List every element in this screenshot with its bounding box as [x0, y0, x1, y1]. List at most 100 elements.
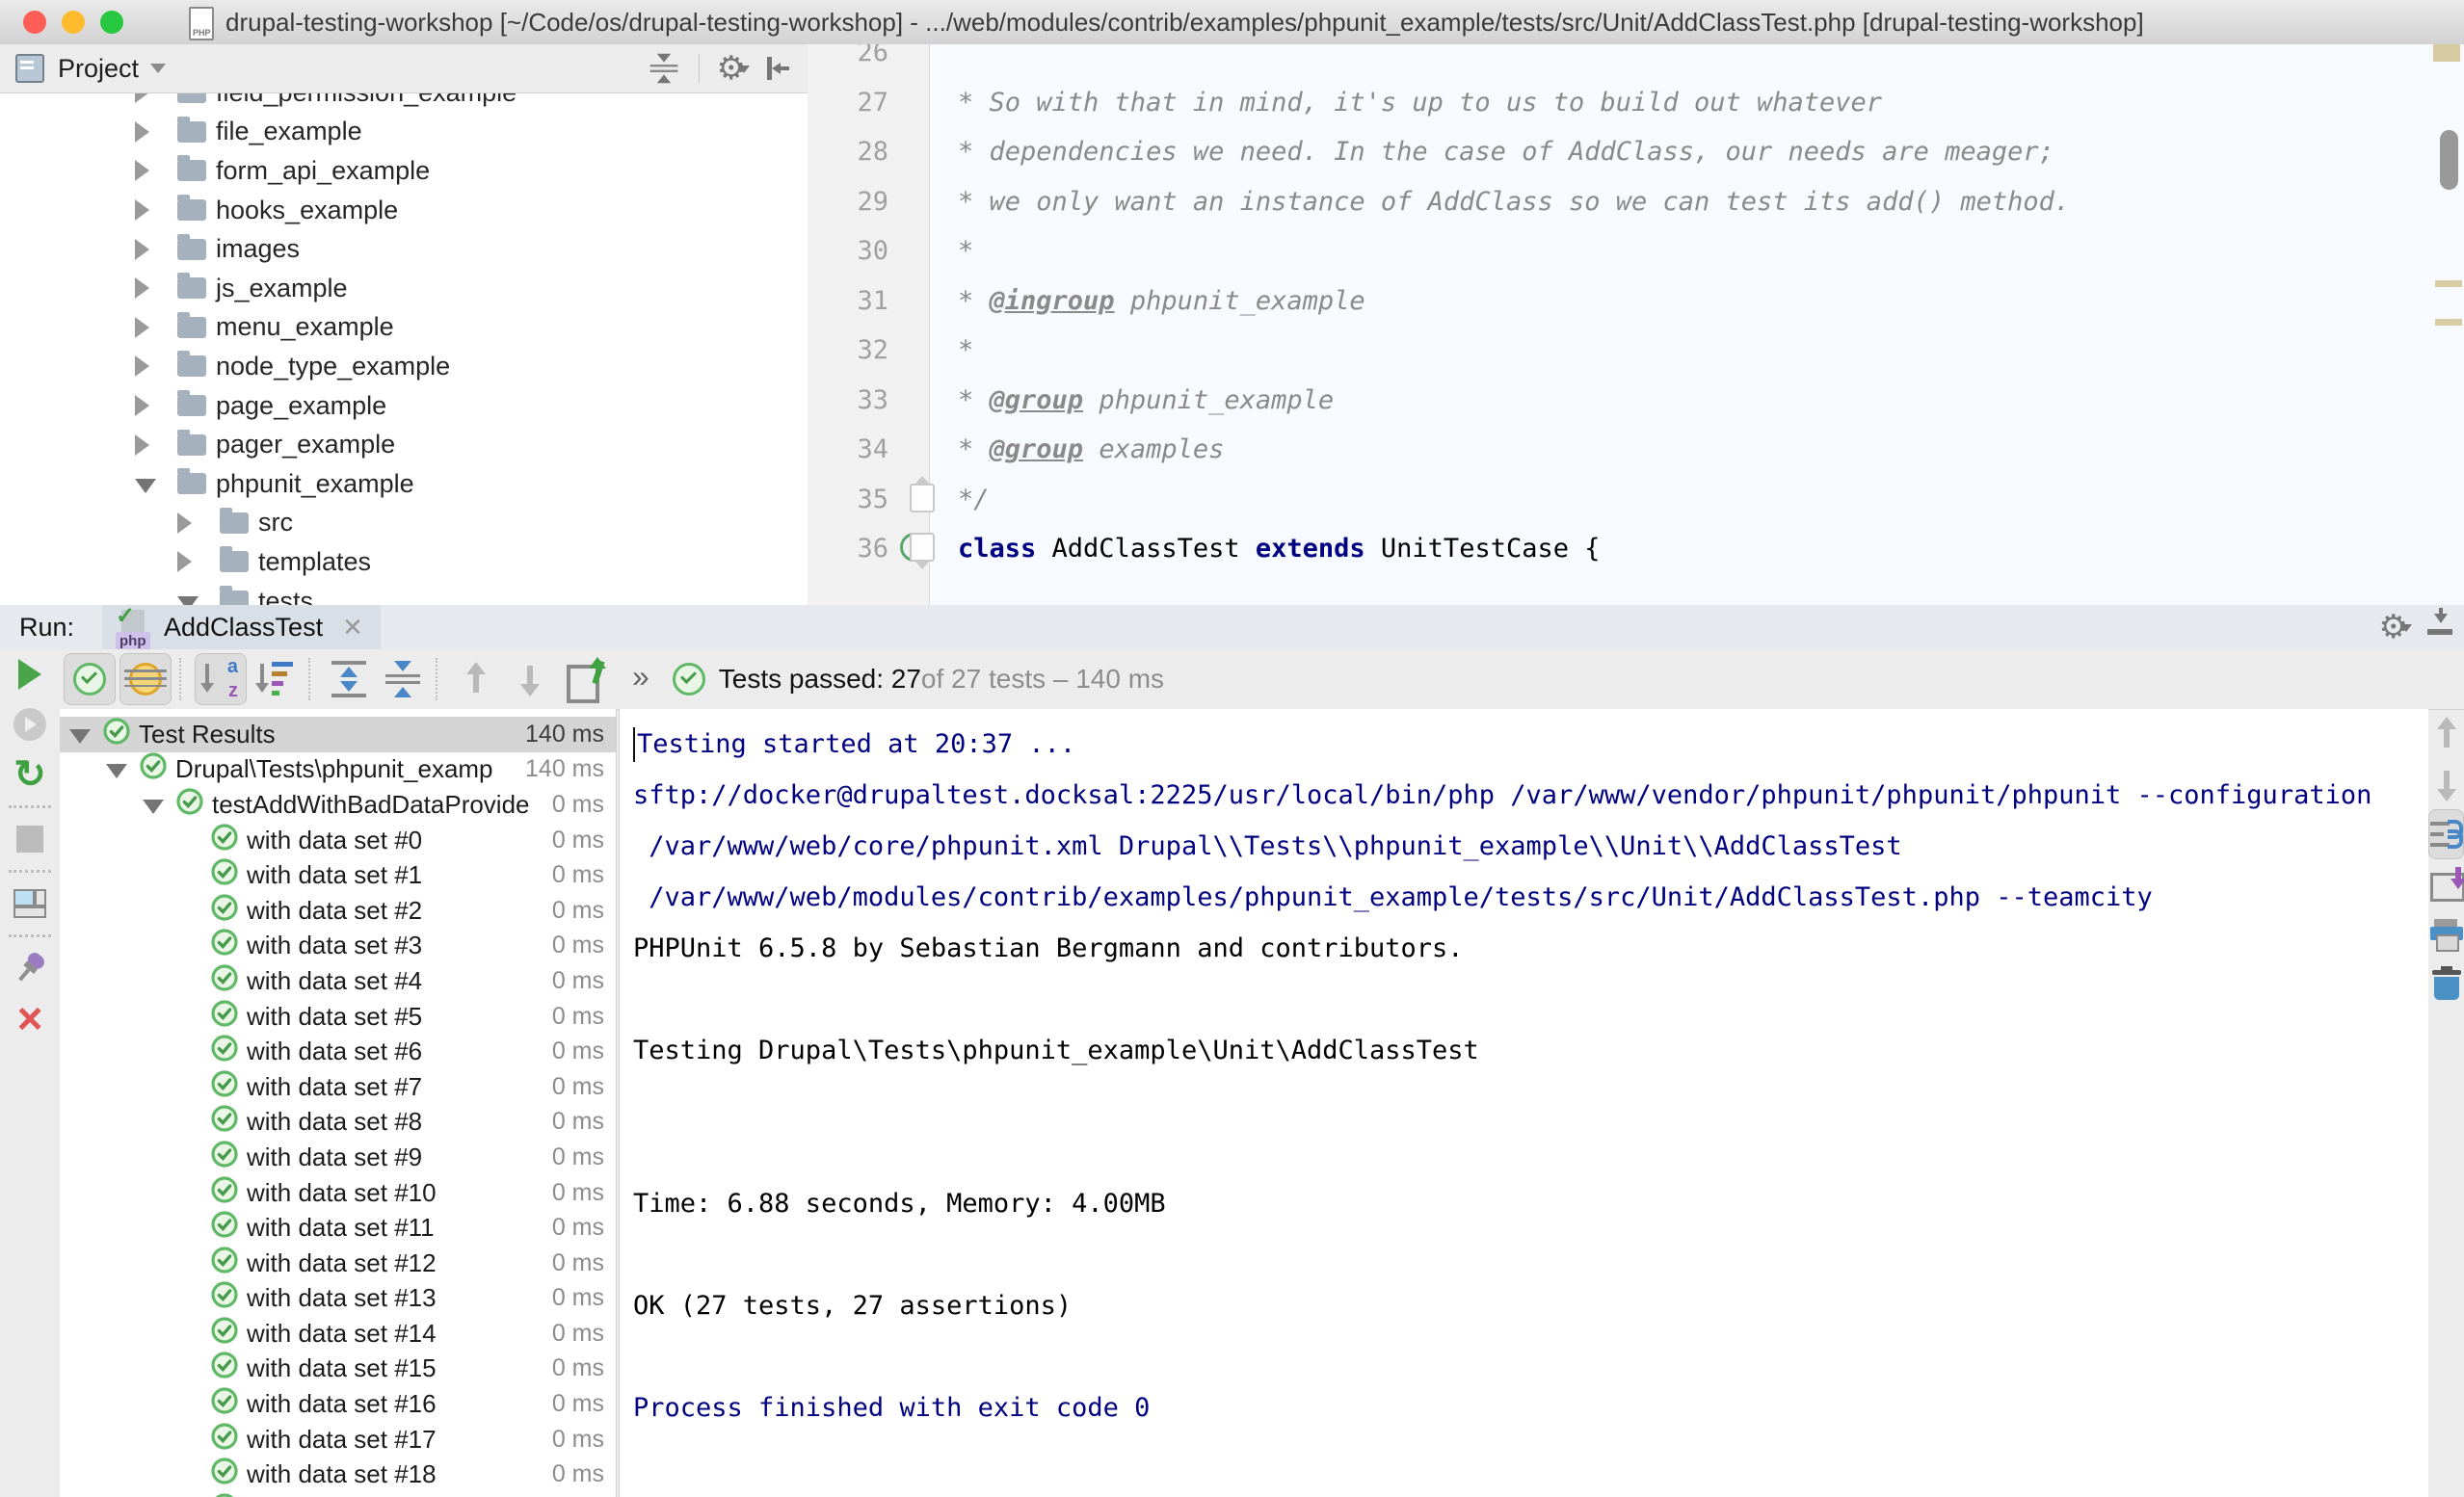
code-line[interactable]: 30 *	[808, 226, 2464, 276]
rerun-failed-tests-button[interactable]	[0, 699, 60, 749]
restore-layout-button[interactable]	[0, 879, 60, 929]
show-passed-toggle[interactable]	[64, 653, 116, 705]
test-tree-row[interactable]: Drupal\Tests\phpunit_examp 140 ms	[60, 752, 616, 788]
project-tree-item[interactable]: file_example	[0, 113, 808, 152]
test-tree-row[interactable]: with data set #7 0 ms	[60, 1069, 616, 1105]
up-the-stack-trace-button[interactable]	[2428, 709, 2464, 759]
expand-arrow-icon[interactable]	[135, 395, 172, 416]
clear-all-button[interactable]	[2428, 959, 2464, 1010]
expand-arrow-icon[interactable]	[69, 725, 102, 744]
code-editor[interactable]: 26 27 * So with that in mind, it's up to…	[808, 44, 2464, 605]
expand-arrow-icon[interactable]	[135, 277, 172, 299]
expand-arrow-icon[interactable]	[135, 239, 172, 260]
close-window-button[interactable]	[23, 11, 46, 34]
expand-arrow-icon[interactable]	[177, 592, 214, 605]
test-tree-row[interactable]: with data set #1 0 ms	[60, 857, 616, 893]
previous-failed-test-button[interactable]	[451, 654, 501, 704]
expand-arrow-icon[interactable]	[135, 355, 172, 377]
expand-arrow-icon[interactable]	[177, 551, 214, 572]
run-tab-addclasstest[interactable]: ✓php AddClassTest ✕	[102, 605, 381, 651]
expand-arrow-icon[interactable]	[135, 199, 172, 221]
code-line[interactable]: 28 * dependencies we need. In the case o…	[808, 127, 2464, 177]
project-tree-item[interactable]: templates	[0, 542, 808, 582]
expand-arrow-icon[interactable]	[135, 92, 172, 103]
expand-arrow-icon[interactable]	[135, 317, 172, 338]
code-line[interactable]: 33 * @group phpunit_example	[808, 376, 2464, 426]
code-line[interactable]: 34 * @group examples	[808, 425, 2464, 475]
test-tree-row[interactable]: with data set #10 0 ms	[60, 1175, 616, 1211]
test-tree-row[interactable]: with data set #17 0 ms	[60, 1422, 616, 1458]
export-test-results-button[interactable]	[559, 654, 609, 704]
test-tree-row[interactable]: with data set #11 0 ms	[60, 1210, 616, 1246]
soft-wrap-toggle[interactable]	[2428, 809, 2464, 859]
print-button[interactable]	[2428, 909, 2464, 959]
toolbar-overflow-chevron[interactable]: »	[632, 659, 649, 695]
test-tree-row[interactable]: with data set #5 0 ms	[60, 999, 616, 1035]
fold-marker-icon[interactable]	[910, 533, 935, 562]
toggle-auto-test-button[interactable]: ↻	[0, 749, 60, 800]
code-line-class-declaration[interactable]: 36 class AddClassTest extends UnitTestCa…	[808, 524, 2464, 574]
test-tree-row[interactable]: Test Results 140 ms	[60, 717, 616, 752]
expand-arrow-icon[interactable]	[135, 434, 172, 456]
test-tree-row[interactable]: with data set #13 0 ms	[60, 1281, 616, 1317]
code-line[interactable]: 27 * So with that in mind, it's up to us…	[808, 78, 2464, 128]
project-tree-item[interactable]: menu_example	[0, 308, 808, 348]
expand-all-button[interactable]	[324, 654, 374, 704]
test-tree-row[interactable]: with data set #12 0 ms	[60, 1246, 616, 1281]
test-tree-row[interactable]: with data set #16 0 ms	[60, 1386, 616, 1422]
test-tree-row[interactable]: with data set #3 0 ms	[60, 929, 616, 964]
test-tree-row[interactable]: testAddWithBadDataProvide 0 ms	[60, 787, 616, 823]
code-line[interactable]: 26	[808, 44, 2464, 78]
project-tree-item[interactable]: phpunit_example	[0, 464, 808, 504]
test-tree-row[interactable]: with data set #14 0 ms	[60, 1316, 616, 1352]
code-line[interactable]: 31 * @ingroup phpunit_example	[808, 276, 2464, 327]
hide-panel-icon[interactable]	[2427, 614, 2452, 641]
hide-panel-icon[interactable]	[767, 55, 794, 82]
test-tree-row[interactable]: with data set #19 0 ms	[60, 1492, 616, 1497]
test-tree-row[interactable]: with data set #0 0 ms	[60, 823, 616, 858]
test-tree-row[interactable]: with data set #6 0 ms	[60, 1034, 616, 1069]
expand-arrow-icon[interactable]	[143, 796, 175, 814]
code-line[interactable]: 32 *	[808, 326, 2464, 376]
test-tree-row[interactable]: with data set #15 0 ms	[60, 1352, 616, 1387]
expand-arrow-icon[interactable]	[135, 475, 172, 493]
test-tree-row[interactable]: with data set #2 0 ms	[60, 893, 616, 929]
test-tree-row[interactable]: with data set #18 0 ms	[60, 1457, 616, 1492]
zoom-window-button[interactable]	[100, 11, 123, 34]
expand-arrow-icon[interactable]	[135, 121, 172, 143]
sort-by-duration-button[interactable]	[251, 654, 301, 704]
scroll-to-end-button[interactable]	[2428, 859, 2464, 909]
pin-tab-button[interactable]	[0, 943, 60, 993]
test-console-output[interactable]: Testing started at 20:37 ... sftp://dock…	[619, 709, 2428, 1497]
test-tree-row[interactable]: with data set #8 0 ms	[60, 1105, 616, 1141]
expand-arrow-icon[interactable]	[106, 760, 139, 778]
settings-gear-button[interactable]: ⚙	[2379, 611, 2412, 643]
project-tree-item[interactable]: js_example	[0, 269, 808, 308]
editor-scrollbar-thumb[interactable]	[2440, 130, 2458, 190]
code-line[interactable]: 35 */	[808, 475, 2464, 525]
project-tree-item[interactable]: form_api_example	[0, 151, 808, 191]
project-tree-item[interactable]: src	[0, 504, 808, 543]
test-tree-row[interactable]: with data set #4 0 ms	[60, 963, 616, 999]
settings-gear-button[interactable]: ⚙	[717, 52, 750, 85]
project-panel-header[interactable]: Project ⚙	[0, 44, 808, 93]
test-tree-row[interactable]: with data set #9 0 ms	[60, 1140, 616, 1175]
project-tree-item[interactable]: node_type_example	[0, 347, 808, 386]
project-tree-item[interactable]: pager_example	[0, 425, 808, 464]
down-the-stack-trace-button[interactable]	[2428, 759, 2464, 809]
project-tree-item[interactable]: images	[0, 229, 808, 269]
code-line[interactable]: 29 * we only want an instance of AddClas…	[808, 177, 2464, 227]
expand-arrow-icon[interactable]	[177, 512, 214, 534]
sort-alphabetically-toggle[interactable]: az	[195, 653, 247, 705]
expand-arrow-icon[interactable]	[135, 160, 172, 181]
close-tab-icon[interactable]: ✕	[342, 613, 363, 643]
collapse-all-button[interactable]	[378, 654, 428, 704]
close-panel-button[interactable]: ×	[0, 993, 60, 1043]
stop-button[interactable]	[0, 814, 60, 864]
rerun-button[interactable]	[0, 649, 60, 699]
collapse-all-icon[interactable]	[649, 54, 677, 83]
project-tree-item[interactable]: page_example	[0, 386, 808, 426]
title-bar[interactable]: PHP drupal-testing-workshop [~/Code/os/d…	[0, 0, 2464, 45]
minimize-window-button[interactable]	[62, 11, 85, 34]
chevron-down-icon[interactable]	[150, 64, 166, 73]
